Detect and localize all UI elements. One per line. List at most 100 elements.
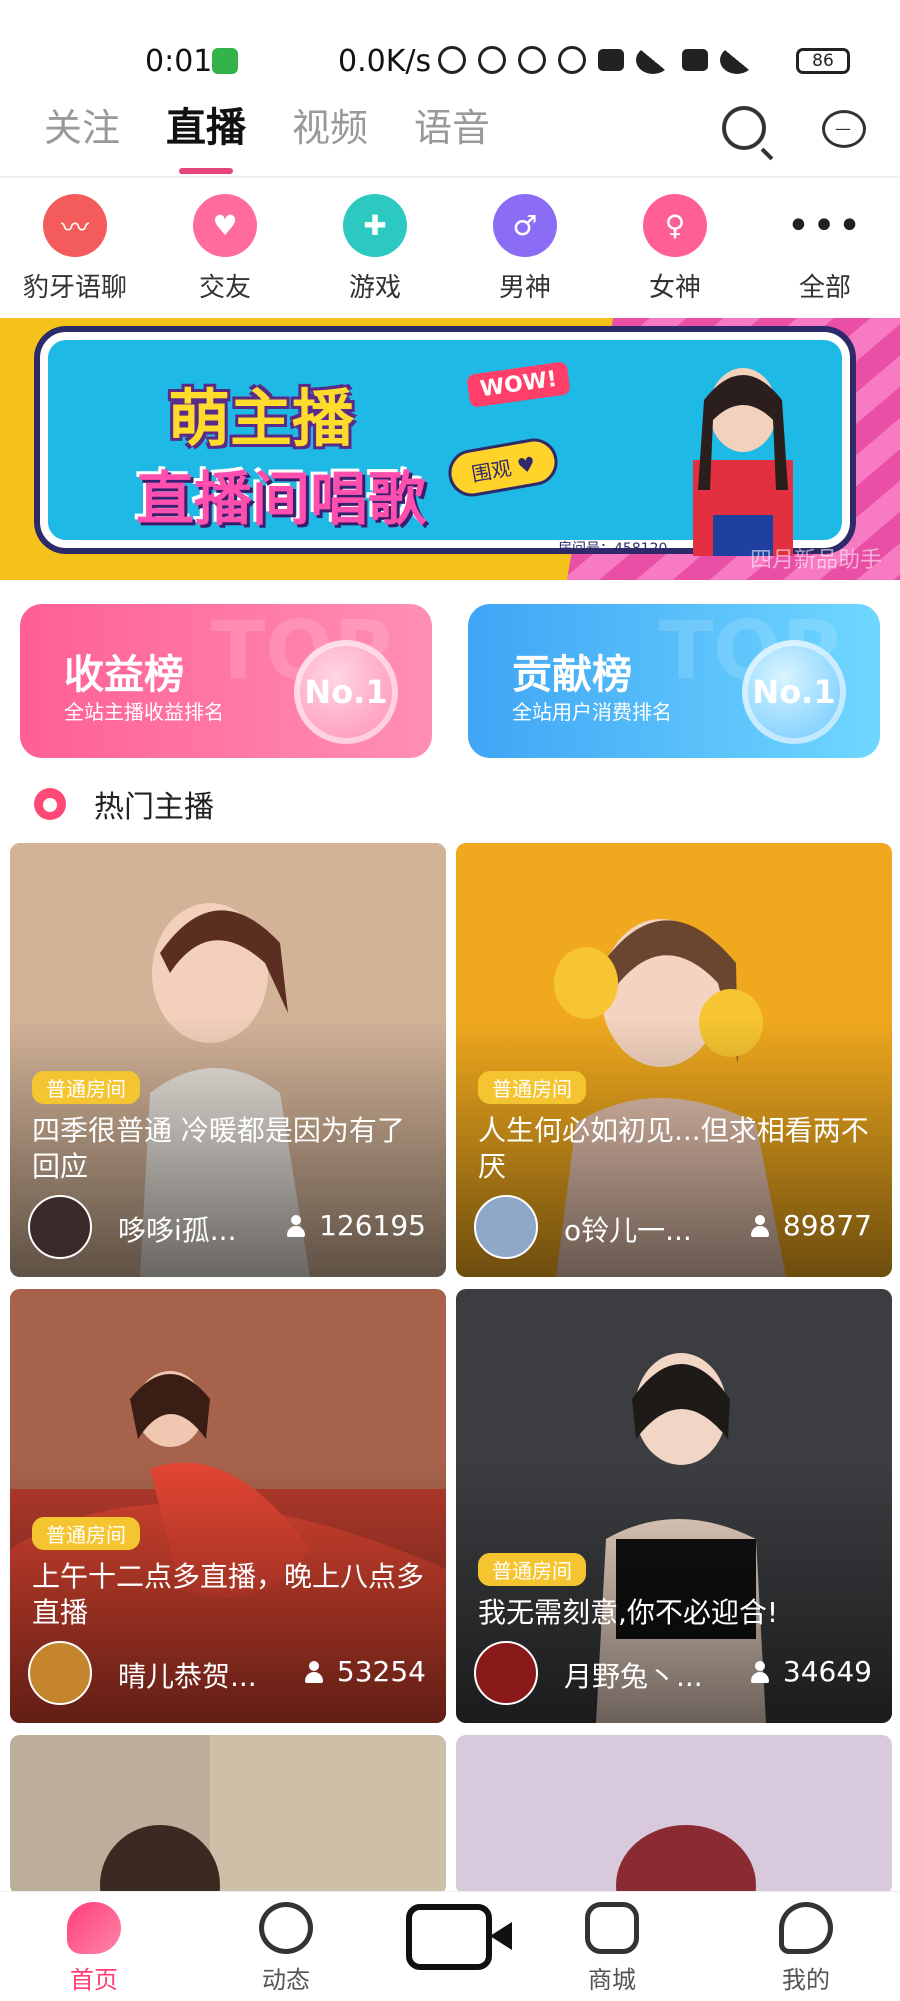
contribution-ranking-card[interactable]: TOP 贡献榜 全站用户消费排名 No.1 bbox=[468, 604, 880, 758]
room-tag: 普通房间 bbox=[478, 1071, 586, 1104]
section-hot-streamers: 热门主播 bbox=[34, 782, 214, 826]
category-label: 男神 bbox=[498, 273, 551, 303]
chat-face-icon bbox=[259, 1902, 313, 1954]
gamepad-icon: ✚ bbox=[343, 194, 407, 257]
category-male[interactable]: ♂ 男神 bbox=[450, 194, 600, 304]
user-icon bbox=[750, 1214, 769, 1237]
viewer-count: 89877 bbox=[750, 1209, 872, 1242]
banner-subtitle: 直播间唱歌 bbox=[136, 465, 427, 533]
profile-face-icon bbox=[779, 1902, 833, 1954]
category-voice-chat[interactable]: 〰 豹牙语聊 bbox=[0, 194, 150, 304]
network-speed: 0.0K/s bbox=[338, 44, 432, 79]
header-divider bbox=[0, 176, 900, 178]
category-games[interactable]: ✚ 游戏 bbox=[300, 194, 450, 304]
viewer-count-value: 53254 bbox=[336, 1655, 426, 1688]
stream-card[interactable]: 普通房间 人生何必如初见...但求相看两不厌 o铃儿一... 89877 bbox=[456, 843, 892, 1277]
search-icon[interactable] bbox=[722, 106, 766, 150]
alarm-icon bbox=[558, 46, 586, 74]
voice-chat-icon: 〰 bbox=[43, 194, 107, 257]
heart-icon: ♥ bbox=[193, 194, 257, 257]
battery-icon: 86 bbox=[796, 48, 850, 74]
nav-shop[interactable]: 商城 bbox=[552, 1902, 672, 1995]
rank-subtitle: 全站用户消费排名 bbox=[512, 700, 672, 724]
category-label: 女神 bbox=[648, 273, 701, 303]
stream-title: 四季很普通 冷暖都是因为有了回应 bbox=[32, 1114, 405, 1183]
tab-live[interactable]: 直播 bbox=[166, 100, 246, 174]
rank-badge: No.1 bbox=[742, 640, 846, 744]
streamer-name: 月野兔丶... bbox=[564, 1660, 703, 1693]
shop-icon bbox=[585, 1902, 639, 1954]
banner-watermark: 四月新品助手 bbox=[749, 548, 882, 573]
viewer-count: 126195 bbox=[287, 1209, 426, 1242]
category-label: 游戏 bbox=[348, 273, 401, 303]
message-icon[interactable] bbox=[822, 110, 866, 148]
moon-icon bbox=[478, 46, 506, 74]
streamer-name: 晴儿恭贺... bbox=[118, 1660, 257, 1693]
stream-title: 我无需刻意,你不必迎合! bbox=[478, 1596, 779, 1629]
home-icon bbox=[67, 1902, 121, 1954]
nav-label: 首页 bbox=[70, 1966, 118, 1994]
stream-card-partial[interactable] bbox=[10, 1735, 446, 1895]
category-label: 豹牙语聊 bbox=[22, 273, 127, 303]
banner-wow: WOW! bbox=[466, 361, 572, 408]
suit-icon: ♂ bbox=[493, 194, 557, 257]
banner-watch-button[interactable]: 围观 ♥ bbox=[444, 434, 562, 501]
streamer-name: 哆哆i孤... bbox=[118, 1214, 237, 1247]
status-bar: 0:01 0.0K/s 86 bbox=[0, 0, 900, 100]
income-ranking-card[interactable]: TOP 收益榜 全站主播收益排名 No.1 bbox=[20, 604, 432, 758]
nav-label: 动态 bbox=[262, 1966, 310, 1994]
banner-card: 萌主播 WOW! 直播间唱歌 围观 ♥ 房间号：458120 bbox=[40, 332, 850, 557]
stream-title: 人生何必如初见...但求相看两不厌 bbox=[478, 1114, 869, 1183]
avatar bbox=[28, 1641, 92, 1705]
viewer-count-value: 89877 bbox=[782, 1209, 872, 1242]
status-time: 0:01 bbox=[145, 44, 213, 79]
promo-banner[interactable]: 萌主播 WOW! 直播间唱歌 围观 ♥ 房间号：458120 四月新品助手 bbox=[0, 318, 900, 580]
signal-5g-icon bbox=[720, 46, 754, 74]
go-live-camera-icon[interactable] bbox=[406, 1904, 492, 1970]
avatar bbox=[28, 1195, 92, 1259]
stream-cover-image bbox=[10, 1735, 446, 1895]
avatar bbox=[474, 1195, 538, 1259]
avatar bbox=[474, 1641, 538, 1705]
stream-card-partial[interactable] bbox=[456, 1735, 892, 1895]
category-row: 〰 豹牙语聊 ♥ 交友 ✚ 游戏 ♂ 男神 ♀ 女神 ••• 全部 bbox=[0, 194, 900, 304]
headphones-icon bbox=[438, 46, 466, 74]
stream-card[interactable]: 普通房间 四季很普通 冷暖都是因为有了回应 哆哆i孤... 126195 bbox=[10, 843, 446, 1277]
category-female[interactable]: ♀ 女神 bbox=[600, 194, 750, 304]
category-all[interactable]: ••• 全部 bbox=[750, 194, 900, 304]
rank-subtitle: 全站主播收益排名 bbox=[64, 700, 224, 724]
section-title: 热门主播 bbox=[94, 790, 214, 825]
mute-icon bbox=[518, 46, 546, 74]
tab-active-indicator bbox=[179, 168, 234, 174]
streamer-name: o铃儿一... bbox=[564, 1214, 692, 1247]
stream-card[interactable]: 普通房间 上午十二点多直播，晚上八点多直播 晴儿恭贺... 53254 bbox=[10, 1289, 446, 1723]
stream-cover-image bbox=[456, 1735, 892, 1895]
stream-card[interactable]: 普通房间 我无需刻意,你不必迎合! 月野兔丶... 34649 bbox=[456, 1289, 892, 1723]
nav-moments[interactable]: 动态 bbox=[226, 1902, 346, 1995]
viewer-count-value: 34649 bbox=[782, 1655, 872, 1688]
fire-icon bbox=[34, 788, 66, 820]
signal-4g-icon bbox=[636, 46, 670, 74]
viewer-count-value: 126195 bbox=[319, 1209, 426, 1242]
rank-title: 贡献榜 bbox=[512, 652, 632, 698]
category-friends[interactable]: ♥ 交友 bbox=[150, 194, 300, 304]
bottom-nav: 首页 动态 商城 我的 bbox=[0, 1891, 900, 2001]
room-tag: 普通房间 bbox=[478, 1553, 586, 1586]
tab-follow[interactable]: 关注 bbox=[44, 100, 120, 170]
dress-icon: ♀ bbox=[643, 194, 707, 257]
tab-voice[interactable]: 语音 bbox=[414, 100, 490, 170]
viewer-count: 53254 bbox=[304, 1655, 426, 1688]
nav-me[interactable]: 我的 bbox=[746, 1902, 866, 1995]
stream-title: 上午十二点多直播，晚上八点多直播 bbox=[32, 1560, 425, 1629]
top-tabs: 关注 直播 视频 语音 bbox=[44, 100, 490, 174]
nav-label: 商城 bbox=[588, 1966, 636, 1994]
banner-model-image bbox=[693, 368, 793, 556]
status-icons bbox=[438, 46, 754, 74]
more-dots-icon: ••• bbox=[786, 202, 864, 249]
category-label: 全部 bbox=[798, 273, 851, 303]
rank-title: 收益榜 bbox=[64, 652, 184, 698]
nav-label: 我的 bbox=[782, 1966, 830, 1994]
room-tag: 普通房间 bbox=[32, 1517, 140, 1550]
tab-video[interactable]: 视频 bbox=[292, 100, 368, 170]
nav-home[interactable]: 首页 bbox=[34, 1902, 154, 1995]
